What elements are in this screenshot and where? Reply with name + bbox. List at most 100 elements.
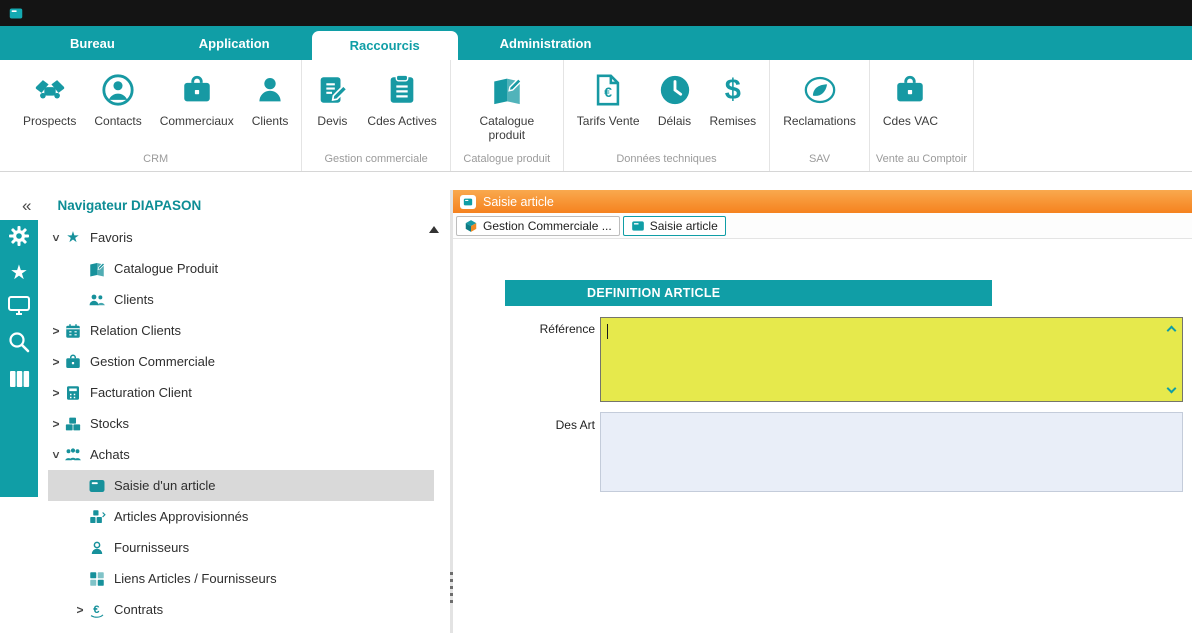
tree-item-saisie-d-un-article[interactable]: >Saisie d'un article	[48, 470, 434, 501]
side-toolbar-button-monitor[interactable]	[7, 293, 31, 322]
invoice-icon	[64, 384, 82, 402]
navigator-tree: >★Favoris>Catalogue Produit>Clients>Rela…	[48, 222, 434, 625]
ribbon-button-clients[interactable]: Clients	[243, 73, 298, 128]
tree-item-catalogue-produit[interactable]: >Catalogue Produit	[48, 253, 434, 284]
ribbon-button-delais[interactable]: Délais	[649, 73, 701, 128]
des-art-input[interactable]	[600, 412, 1183, 492]
ribbon-tabbar: BureauApplicationRaccourcisAdministratio…	[0, 26, 1192, 60]
document-tab-saisie-article[interactable]: Saisie article	[623, 216, 726, 236]
reference-input[interactable]	[600, 317, 1183, 402]
document-window: Saisie article Gestion Commerciale ... Sa…	[453, 190, 1192, 633]
app-window-icon	[7, 6, 25, 21]
ribbon: ProspectsContactsCommerciauxClientsCRMDe…	[0, 60, 1192, 172]
ribbon-button-devis[interactable]: Devis	[306, 73, 358, 128]
expand-arrow-icon[interactable]: >	[48, 386, 64, 400]
navigator-header: « Navigateur DIAPASON	[0, 190, 450, 220]
expand-arrow-icon[interactable]: >	[48, 324, 64, 338]
star-icon: ★	[64, 229, 82, 247]
form-fields: RéférenceDes Art	[453, 239, 1192, 633]
ribbon-group-crm: Prospects ContactsCommerciauxClients CRM	[10, 60, 302, 171]
tree-item-label: Articles Approvisionnés	[114, 509, 248, 524]
scroll-up-arrow-icon[interactable]	[429, 226, 439, 233]
ribbon-button-reclamations[interactable]: Reclamations	[774, 73, 865, 128]
document-tab-label: Saisie article	[650, 219, 718, 233]
side-toolbar: ★	[0, 220, 38, 497]
ribbon-button-label: Prospects	[23, 114, 76, 128]
people-icon	[88, 291, 106, 309]
side-toolbar-button-search[interactable]	[7, 330, 31, 359]
ribbon-button-catalogue-produit[interactable]: Catalogue produit	[455, 73, 559, 143]
expand-arrow-icon[interactable]: >	[48, 355, 64, 369]
ribbon-group-title: CRM	[14, 149, 297, 171]
supplied-articles-icon	[88, 508, 106, 526]
quote-pencil-icon	[315, 73, 349, 107]
window-icon	[631, 219, 645, 233]
ribbon-tab-application[interactable]: Application	[157, 26, 312, 60]
ribbon-group-catalogue-produit: Catalogue produitCatalogue produit	[451, 60, 564, 171]
collapse-arrow-icon[interactable]: >	[49, 230, 63, 246]
catalog-icon	[88, 260, 106, 278]
ribbon-tab-bureau[interactable]: Bureau	[28, 26, 157, 60]
side-toolbar-button-gear[interactable]	[7, 224, 31, 253]
ribbon-button-cdes-vac[interactable]: Cdes VAC	[874, 73, 947, 128]
ribbon-button-cdes-actives[interactable]: Cdes Actives	[358, 73, 445, 128]
text-cursor	[607, 324, 608, 339]
tree-item-favoris[interactable]: >★ Favoris	[48, 222, 434, 253]
ribbon-tab-raccourcis[interactable]: Raccourcis	[312, 31, 458, 60]
tree-item-clients[interactable]: >Clients	[48, 284, 434, 315]
document-tab-label: Gestion Commerciale ...	[483, 219, 612, 233]
document-tab-gestion-commerciale[interactable]: Gestion Commerciale ...	[456, 216, 620, 236]
document-tabbar: Gestion Commerciale ... Saisie article	[453, 213, 1192, 239]
ribbon-button-prospects[interactable]: Prospects	[14, 73, 85, 128]
tree-item-facturation-client[interactable]: > Facturation Client	[48, 377, 434, 408]
side-toolbar-button-star[interactable]: ★	[7, 261, 31, 285]
leaf-icon	[803, 73, 837, 107]
tree-item-fournisseurs[interactable]: >Fournisseurs	[48, 532, 434, 563]
tree-item-label: Relation Clients	[90, 323, 181, 338]
tree-item-label: Gestion Commerciale	[90, 354, 215, 369]
ribbon-group-gestion-commerciale: Devis Cdes Actives Gestion commerciale	[302, 60, 450, 171]
ribbon-button-commerciaux[interactable]: Commerciaux	[151, 73, 243, 128]
tree-item-label: Facturation Client	[90, 385, 192, 400]
tree-item-label: Fournisseurs	[114, 540, 189, 555]
gear-icon	[7, 224, 31, 248]
ribbon-button-label: Cdes VAC	[883, 114, 938, 128]
price-euro-doc-icon: €	[591, 73, 625, 107]
ribbon-group-donnees-techniques: €Tarifs VenteDélais$RemisesDonnées techn…	[564, 60, 770, 171]
ribbon-tab-administration[interactable]: Administration	[458, 26, 634, 60]
tree-item-gestion-commerciale[interactable]: > Gestion Commerciale	[48, 346, 434, 377]
ribbon-button-label: Catalogue produit	[464, 114, 550, 143]
ribbon-button-label: Cdes Actives	[367, 114, 436, 128]
scroll-down-chevron-icon[interactable]	[1167, 384, 1177, 394]
ribbon-button-contacts[interactable]: Contacts	[85, 73, 150, 128]
supplier-icon	[88, 539, 106, 557]
collapse-panel-button[interactable]: «	[22, 197, 31, 214]
tree-item-contrats[interactable]: >€ Contrats	[48, 594, 434, 625]
links-icon	[88, 570, 106, 588]
tree-item-label: Stocks	[90, 416, 129, 431]
ribbon-group-vente-au-comptoir: Cdes VACVente au Comptoir	[870, 60, 974, 171]
document-body: DEFINITION ARTICLE RéférenceDes Art	[453, 239, 1192, 633]
document-title: Saisie article	[483, 195, 554, 209]
document-window-icon	[462, 197, 474, 207]
side-toolbar-button-columns[interactable]	[7, 367, 31, 396]
collapse-arrow-icon[interactable]: >	[49, 447, 63, 463]
svg-text:€: €	[604, 85, 612, 101]
expand-arrow-icon[interactable]: >	[72, 603, 88, 617]
tree-item-label: Favoris	[90, 230, 133, 245]
tree-item-stocks[interactable]: > Stocks	[48, 408, 434, 439]
tree-item-achats[interactable]: >Achats	[48, 439, 434, 470]
scroll-up-chevron-icon[interactable]	[1167, 326, 1177, 336]
tree-item-relation-clients[interactable]: > Relation Clients	[48, 315, 434, 346]
contracts-icon: €	[88, 601, 106, 619]
ribbon-group-title: Gestion commerciale	[306, 149, 445, 171]
tree-item-articles-approvisionnes[interactable]: >Articles Approvisionnés	[48, 501, 434, 532]
expand-arrow-icon[interactable]: >	[48, 417, 64, 431]
application-window: BureauApplicationRaccourcisAdministratio…	[0, 0, 1192, 633]
tree-item-liens-articles-fournisseurs[interactable]: >Liens Articles / Fournisseurs	[48, 563, 434, 594]
ribbon-button-tarifs-vente[interactable]: €Tarifs Vente	[568, 73, 649, 128]
ribbon-button-remises[interactable]: $Remises	[701, 73, 766, 128]
tree-item-label: Contrats	[114, 602, 163, 617]
document-window-icon-chip	[460, 195, 476, 209]
columns-icon	[7, 367, 31, 391]
